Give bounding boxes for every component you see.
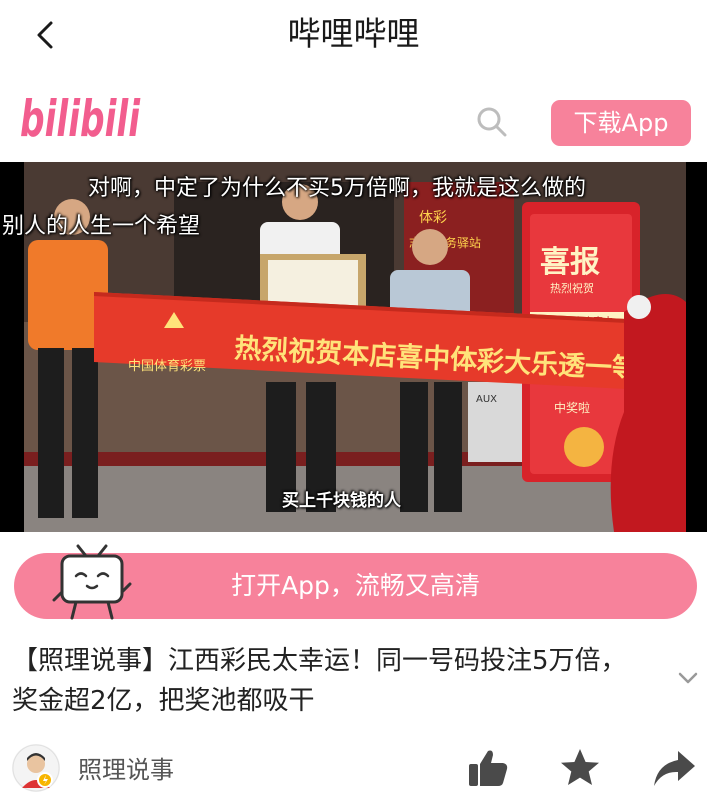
bilibili-logo[interactable]: bilibili xyxy=(18,84,144,148)
svg-text:热烈祝贺: 热烈祝贺 xyxy=(550,281,594,295)
chevron-down-icon[interactable] xyxy=(674,664,702,692)
video-player[interactable]: 体彩 志愿服务驿站 AUX 喜报 热烈祝贺 5月10日本店喜中 中奖啦 xyxy=(0,162,707,532)
avatar-image xyxy=(12,744,60,792)
top-nav-bar: 哔哩哔哩 xyxy=(0,0,707,70)
author-avatar[interactable] xyxy=(12,744,60,792)
thumbs-up-icon[interactable] xyxy=(466,746,510,790)
video-title: 【照理说事】江西彩民太幸运！同一号码投注5万倍，奖金超2亿，把奖池都吸干 xyxy=(12,646,627,716)
brand-header: bilibili 下载App xyxy=(0,72,707,162)
svg-text:AUX: AUX xyxy=(476,394,497,405)
svg-text:中奖啦: 中奖啦 xyxy=(554,400,590,415)
search-icon[interactable] xyxy=(474,104,510,140)
share-icon[interactable] xyxy=(652,746,696,790)
download-app-button[interactable]: 下载App xyxy=(551,100,691,146)
svg-text:喜报: 喜报 xyxy=(540,245,600,280)
video-subtitle-bottom: 买上千块钱的人 xyxy=(282,491,401,511)
page-title: 哔哩哔哩 xyxy=(287,14,420,53)
svg-text:bilibili: bilibili xyxy=(20,90,141,148)
tv-mascot-icon xyxy=(52,544,132,620)
star-icon[interactable] xyxy=(558,746,602,790)
svg-text:中国体育彩票: 中国体育彩票 xyxy=(128,358,206,374)
svg-text:体彩: 体彩 xyxy=(419,210,447,226)
video-subtitle-line-1: 对啊，中定了为什么不买5万倍啊，我就是这么做的 xyxy=(88,176,586,201)
video-subtitle-line-2: 别人的人生一个希望 xyxy=(2,214,201,239)
author-name[interactable]: 照理说事 xyxy=(78,754,174,786)
